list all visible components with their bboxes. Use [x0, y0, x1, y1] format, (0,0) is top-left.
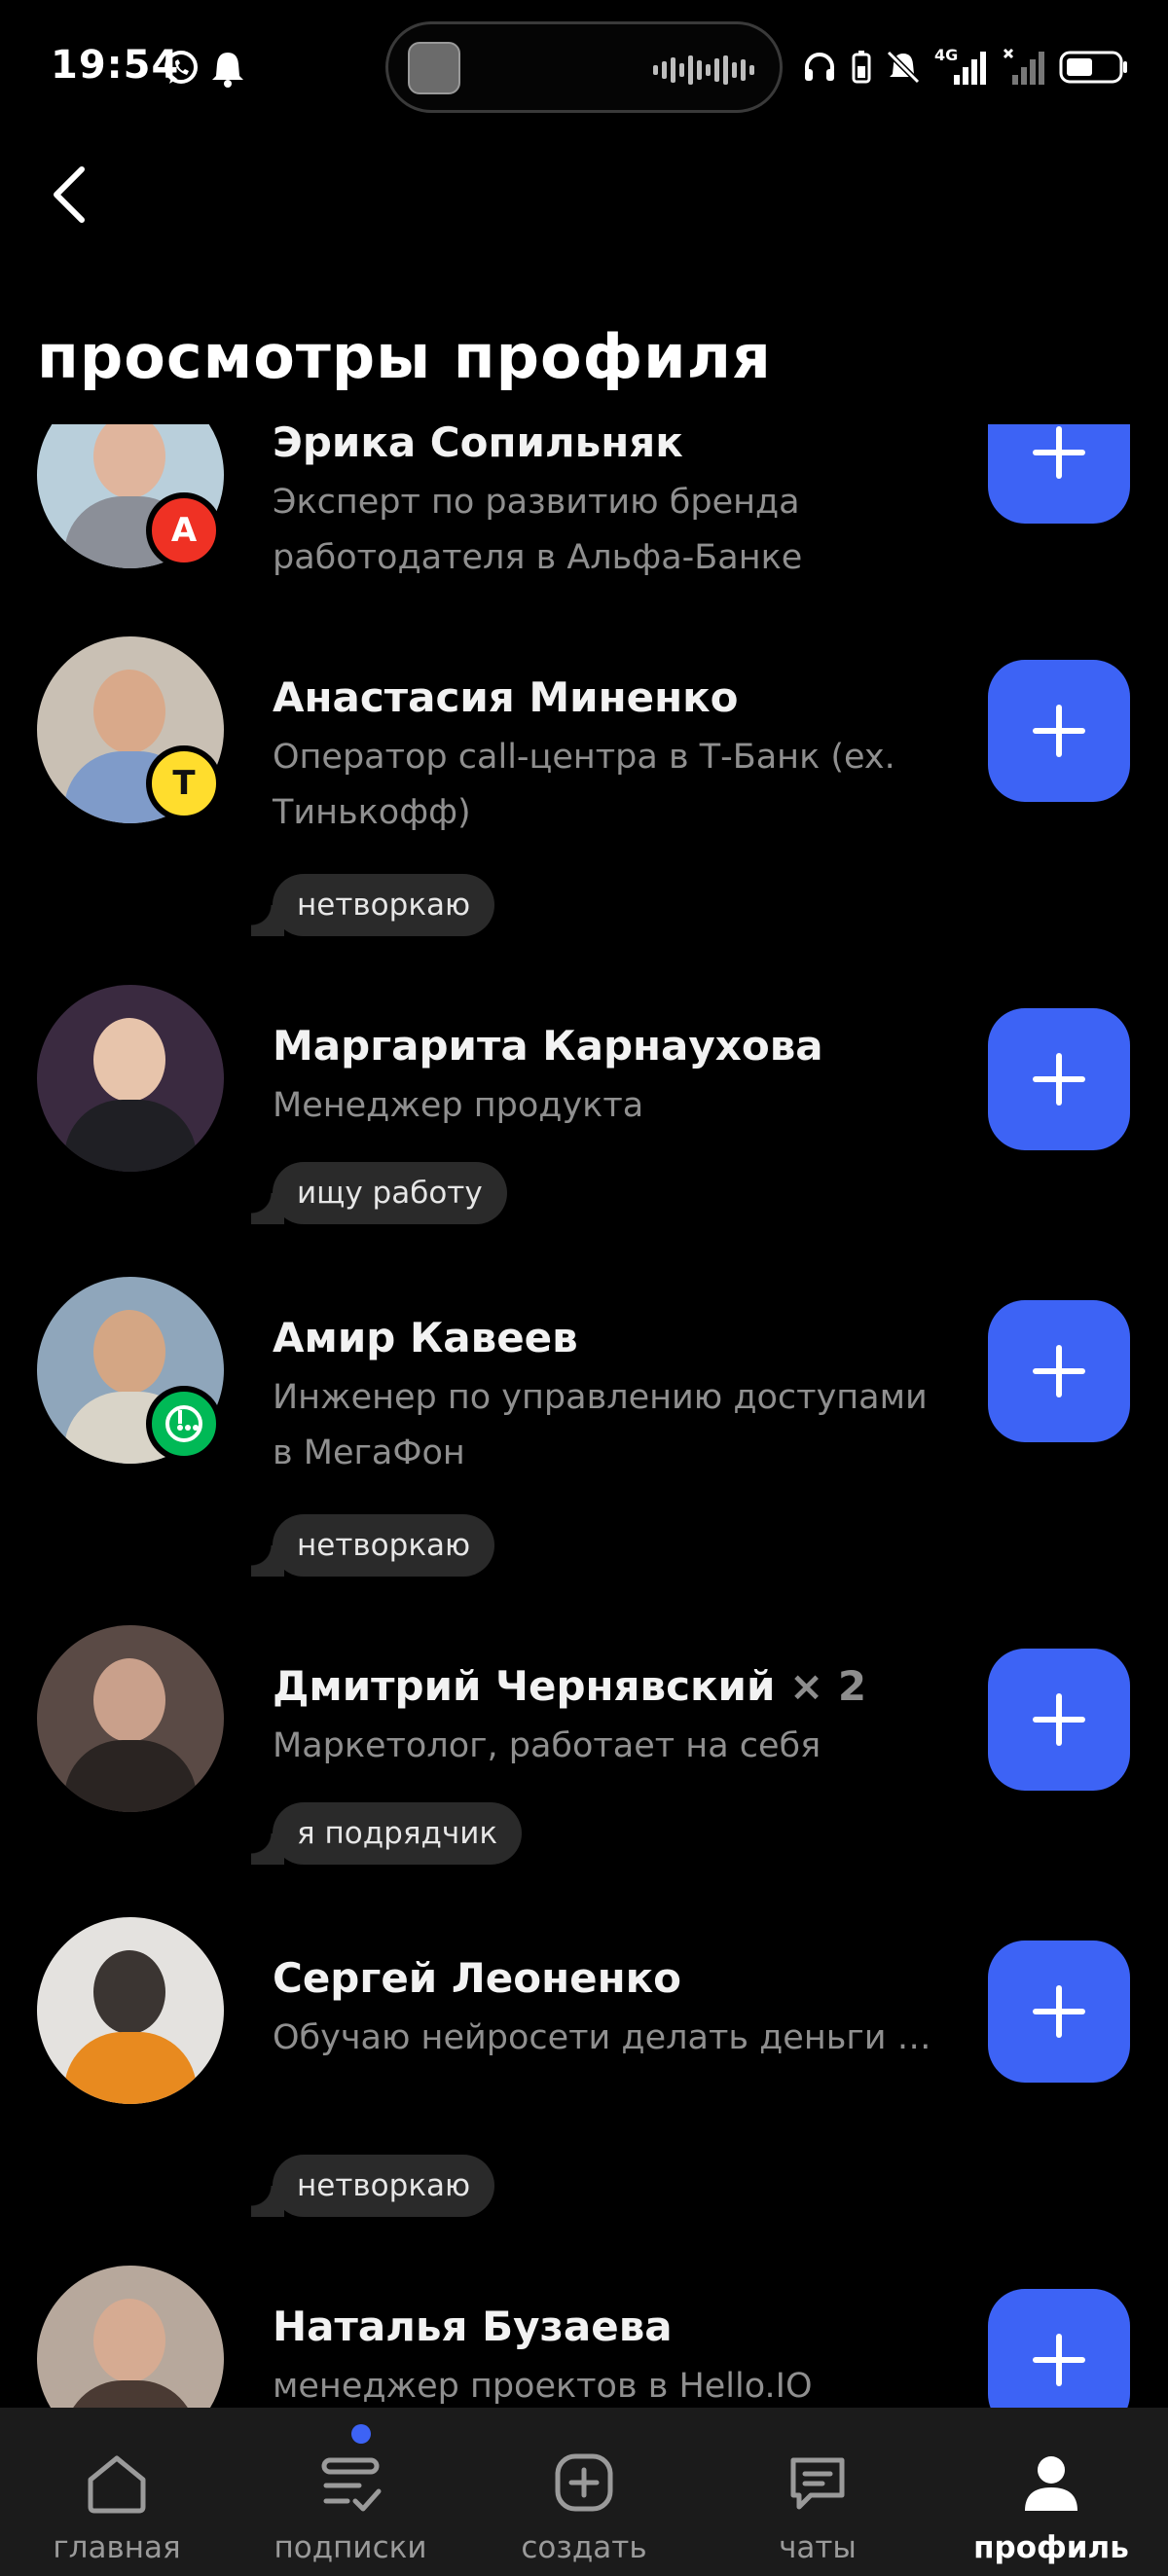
avatar[interactable] [37, 985, 224, 1172]
page-title: просмотры профиля [37, 321, 772, 392]
dynamic-island[interactable] [385, 21, 783, 113]
nav-chats[interactable]: чаты [701, 2408, 934, 2576]
back-button[interactable] [39, 156, 107, 234]
media-thumbnail [408, 42, 460, 94]
profile-name[interactable]: Эрика Сопильняк [273, 424, 683, 466]
profile-description: Оператор call-центра в Т-Банк (ex. Тиньк… [273, 738, 895, 832]
add-contact-button[interactable] [988, 1008, 1130, 1150]
status-tag: нетворкаю [250, 1514, 495, 1577]
status-tag: нетворкаю [250, 2155, 495, 2217]
battery-icon [1059, 51, 1127, 84]
avatar[interactable] [37, 1625, 224, 1812]
profile-description: Обучаю нейросети делать деньги и разрыва… [273, 2018, 944, 2057]
profile-name[interactable]: Анастасия Миненко [273, 673, 738, 721]
add-contact-button[interactable] [988, 1649, 1130, 1791]
silent-icon [886, 50, 921, 85]
nav-subscriptions-label: подписки [274, 2530, 427, 2565]
profile-icon [1025, 2456, 1077, 2511]
audio-waveform-icon [653, 54, 754, 87]
profile-description: Менеджер продукта [273, 1086, 644, 1125]
nav-home-label: главная [53, 2530, 181, 2565]
profile-description: Инженер по управлению доступами в МегаФо… [273, 1378, 928, 1472]
status-icons: 4G [802, 43, 1129, 91]
add-contact-button[interactable] [988, 660, 1130, 802]
view-count: × 2 [789, 1662, 867, 1710]
add-contact-button[interactable] [988, 1941, 1130, 2083]
status-tag: ищу работу [251, 1162, 507, 1224]
profile-views-list[interactable]: А Эрика Сопильняк Эксперт по развитию бр… [0, 424, 1168, 2408]
profile-name[interactable]: Амир Кавеев [273, 1314, 578, 1361]
status-time: 19:54 [51, 43, 180, 88]
profile-name[interactable]: Маргарита Карнаухова [273, 1022, 823, 1070]
nav-profile[interactable]: профиль [934, 2408, 1168, 2576]
profile-name[interactable]: Дмитрий Чернявский × 2 [273, 1662, 866, 1710]
status-tag: я подрядчик [250, 1802, 523, 1865]
megafon-badge-icon [146, 1386, 222, 1462]
status-tag: нетворкаю [250, 874, 495, 936]
nav-subscriptions[interactable]: подписки [234, 2408, 467, 2576]
status-bar: 19:54 4G [0, 0, 1168, 136]
add-contact-button[interactable] [988, 424, 1130, 524]
profile-name[interactable]: Наталья Бузаева [273, 2303, 673, 2350]
no-signal-icon [1003, 48, 1044, 85]
alfa-bank-badge-icon: А [146, 492, 222, 568]
add-contact-button[interactable] [988, 2289, 1130, 2408]
nav-profile-label: профиль [973, 2530, 1129, 2565]
profile-name[interactable]: Сергей Леоненко [273, 1954, 681, 2002]
profile-description: Маркетолог, работает на себя [273, 1726, 821, 1765]
signal-icon: 4G [934, 46, 989, 87]
chat-icon [790, 2457, 845, 2510]
nav-create[interactable]: создать [467, 2408, 701, 2576]
headphones-icon [805, 53, 834, 81]
t-bank-badge-icon: Т [146, 745, 222, 821]
profile-description: Эксперт по развитию бренда работодателя … [273, 483, 803, 577]
avatar[interactable] [37, 2266, 224, 2408]
bottom-navigation: главная подписки создать чаты профиль [0, 2408, 1168, 2576]
whatsapp-icon [164, 51, 198, 84]
plus-square-icon [555, 2453, 613, 2512]
profile-description: менеджер проектов в Hello.IO [273, 2367, 813, 2406]
avatar[interactable] [37, 1917, 224, 2104]
nav-home[interactable]: главная [0, 2408, 234, 2576]
subscriptions-icon [321, 2457, 382, 2512]
battery-saver-icon [852, 51, 871, 84]
chevron-left-icon [54, 166, 85, 223]
home-icon [88, 2455, 146, 2514]
notification-dot [351, 2424, 371, 2444]
notification-bell-icon [212, 53, 243, 88]
nav-chats-label: чаты [779, 2530, 857, 2565]
add-contact-button[interactable] [988, 1300, 1130, 1442]
nav-create-label: создать [521, 2530, 647, 2565]
